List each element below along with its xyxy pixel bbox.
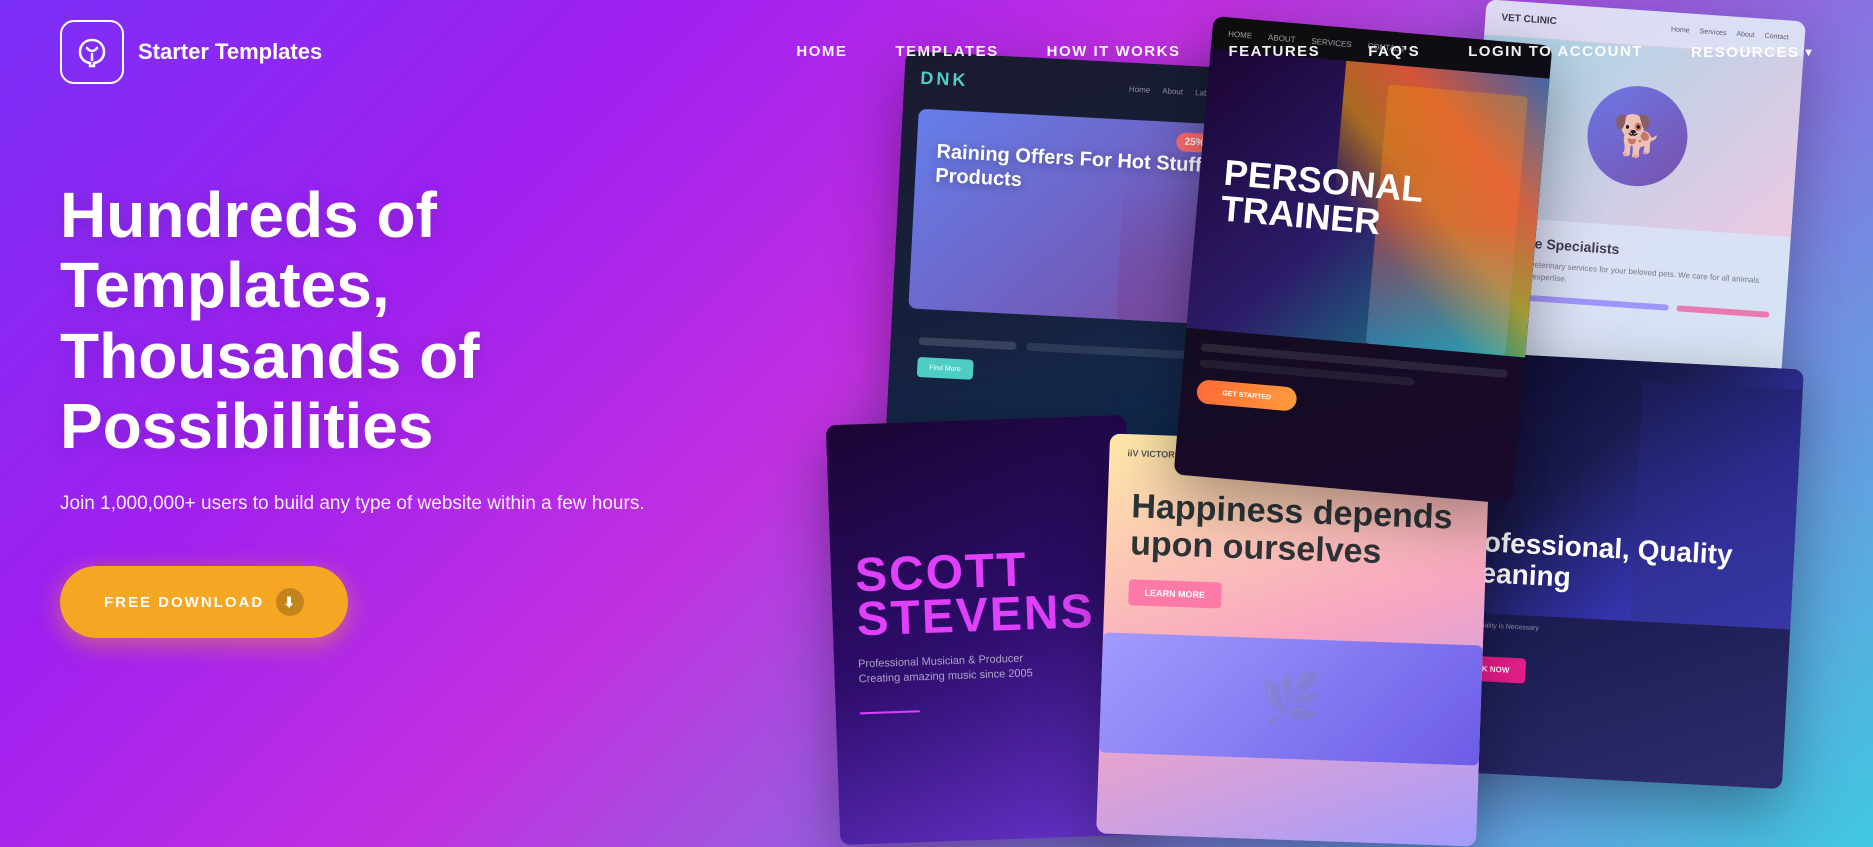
- nav-item-login[interactable]: LOGIN TO ACCOUNT: [1468, 43, 1643, 61]
- download-icon: ⬇: [276, 588, 304, 616]
- mockups-wrapper: DNK Home About Lab Contact Raining Offer…: [773, 0, 1873, 847]
- nav-link-home[interactable]: HOME: [796, 43, 847, 60]
- mockup-scott: SCOTT STEVENS Professional Musician & Pr…: [826, 415, 1140, 845]
- cleaning-cta: BOOK NOW: [1447, 654, 1768, 696]
- nav-item-home[interactable]: HOME: [796, 43, 847, 61]
- cta-label: FREE DOWNLOAD: [104, 594, 264, 611]
- hero-subtitle: Join 1,000,000+ users to build any type …: [60, 490, 660, 519]
- nav-link-templates[interactable]: TEMPLATES: [895, 43, 998, 60]
- nav-link-faqs[interactable]: FAQ'S: [1368, 43, 1420, 60]
- navbar: Starter Templates HOME TEMPLATES HOW IT …: [0, 0, 1873, 104]
- scott-content: SCOTT STEVENS Professional Musician & Pr…: [826, 415, 1140, 845]
- free-download-button[interactable]: FREE DOWNLOAD ⬇: [60, 566, 348, 638]
- hero-content: Hundreds of Templates, Thousands of Poss…: [60, 180, 660, 638]
- nav-link-resources[interactable]: RESOURCES ▾: [1691, 44, 1813, 61]
- scott-name: SCOTT STEVENS: [854, 546, 1109, 641]
- logo-icon: [60, 20, 124, 84]
- hero-section: Starter Templates HOME TEMPLATES HOW IT …: [0, 0, 1873, 847]
- logo-text: Starter Templates: [138, 39, 322, 65]
- nav-link-how-it-works[interactable]: HOW IT WORKS: [1047, 43, 1181, 60]
- hero-title: Hundreds of Templates, Thousands of Poss…: [60, 180, 660, 462]
- chevron-down-icon: ▾: [1805, 45, 1813, 59]
- happiness-cta[interactable]: LEARN MORE: [1128, 579, 1221, 608]
- nav-item-how-it-works[interactable]: HOW IT WORKS: [1047, 43, 1181, 61]
- nav-item-faqs[interactable]: FAQ'S: [1368, 43, 1420, 61]
- nav-item-resources[interactable]: RESOURCES ▾: [1691, 44, 1813, 61]
- nav-links: HOME TEMPLATES HOW IT WORKS FEATURES FAQ…: [796, 43, 1813, 61]
- nav-link-login[interactable]: LOGIN TO ACCOUNT: [1468, 43, 1643, 60]
- nav-item-features[interactable]: FEATURES: [1228, 43, 1320, 61]
- nav-link-features[interactable]: FEATURES: [1228, 43, 1320, 60]
- happiness-image: 🌿: [1099, 632, 1483, 765]
- logo[interactable]: Starter Templates: [60, 20, 322, 84]
- nav-item-templates[interactable]: TEMPLATES: [895, 43, 998, 61]
- happiness-title: Happiness depends upon ourselves: [1130, 488, 1464, 574]
